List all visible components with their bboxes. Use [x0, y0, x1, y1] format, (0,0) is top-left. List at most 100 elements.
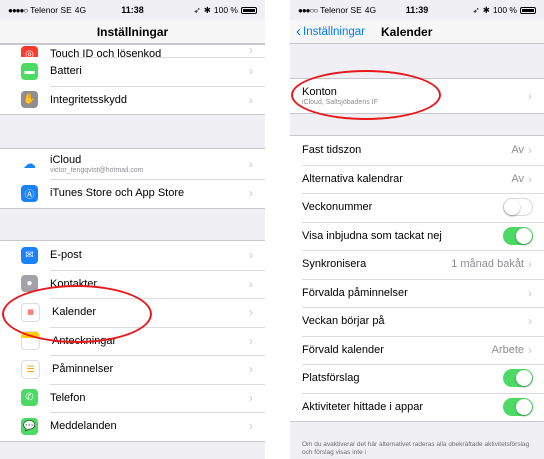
settings-item-label: E-post [50, 249, 82, 262]
status-bar: ●●●○○ Telenor SE 4G 11:39 ➶ ✱ 100 % [290, 0, 544, 20]
chevron-right-icon: › [528, 143, 532, 158]
page-title: Kalender [381, 24, 433, 39]
carrier-label: Telenor SE [320, 5, 362, 15]
network-label: 4G [74, 5, 87, 15]
bluetooth-icon: ✱ [203, 4, 211, 15]
signal-icon: ●●●●○ [8, 5, 28, 15]
carrier-label: Telenor SE [30, 5, 72, 15]
settings-item-privacy[interactable]: ✋ Integritetsskydd › [0, 85, 265, 115]
calendar-options-group: Fast tidszon Av › Alternativa kalendrar … [290, 135, 544, 422]
reminders-icon: ☰ [21, 359, 40, 379]
row-label: Veckonummer [302, 201, 373, 214]
sync-row[interactable]: Synkronisera 1 månad bakåt › [290, 250, 544, 279]
chevron-right-icon: › [249, 362, 253, 377]
settings-item-label: Integritetsskydd [50, 93, 128, 106]
chevron-right-icon: › [249, 92, 253, 107]
battery-icon [520, 6, 536, 14]
row-label: Visa inbjudna som tackat nej [302, 229, 442, 242]
appstore-icon: Ⓐ [21, 184, 38, 202]
calendar-settings-screen: ●●●○○ Telenor SE 4G 11:39 ➶ ✱ 100 % ‹ In… [290, 0, 544, 459]
chevron-right-icon: › [528, 171, 532, 186]
annotation-circle [2, 285, 152, 343]
settings-item-label: Telefon [50, 391, 86, 404]
chevron-right-icon: › [249, 333, 253, 348]
week-numbers-row: Veckonummer [290, 193, 544, 222]
touchid-icon: ◎ [21, 46, 38, 57]
account-email: victor_tengqvist@hotmail.com [50, 167, 144, 174]
chevron-right-icon: › [249, 248, 253, 263]
settings-item-label: Batteri [50, 65, 82, 78]
status-bar: ●●●●○ Telenor SE 4G 11:38 ➶ ✱ 100 % [0, 0, 265, 20]
back-button[interactable]: ‹ Inställningar [296, 24, 365, 39]
battery-icon [241, 6, 257, 14]
settings-group-accounts: ☁ iCloud victor_tengqvist@hotmail.com › … [0, 148, 265, 209]
settings-item-battery[interactable]: ▬ Batteri › [0, 57, 265, 86]
bluetooth-icon: ✱ [482, 4, 490, 15]
settings-item-label: iCloud [50, 154, 82, 166]
row-value: Arbete [491, 343, 524, 356]
settings-group-apps: ✉ E-post › ● Kontakter › ▦ Kalender › An… [0, 240, 265, 442]
chevron-left-icon: ‹ [296, 23, 301, 40]
alternate-calendars-row[interactable]: Alternativa kalendrar Av › [290, 164, 544, 194]
chevron-right-icon: › [249, 157, 253, 171]
settings-item-label: Meddelanden [50, 420, 117, 433]
settings-item-phone[interactable]: ✆ Telefon › [0, 383, 265, 413]
settings-item-mail[interactable]: ✉ E-post › [0, 241, 265, 270]
battery-percent: 100 % [213, 5, 238, 15]
settings-group-privacy: ◎ Touch ID och lösenkod › ▬ Batteri › ✋ … [0, 44, 265, 115]
hand-icon: ✋ [21, 91, 38, 109]
battery-icon: ▬ [21, 62, 38, 80]
row-label: Förvalda påminnelser [302, 286, 408, 299]
chevron-right-icon: › [249, 45, 253, 57]
page-title: Inställningar [96, 24, 169, 39]
chevron-right-icon: › [249, 186, 253, 201]
settings-screen: ●●●●○ Telenor SE 4G 11:38 ➶ ✱ 100 % Inst… [0, 0, 265, 459]
settings-item-label: Påminnelser [52, 363, 114, 376]
chevron-right-icon: › [249, 419, 253, 434]
row-label: Förvald kalender [302, 343, 384, 356]
settings-item-messages[interactable]: 💬 Meddelanden › [0, 412, 265, 441]
row-value: Av [511, 144, 524, 157]
chevron-right-icon: › [249, 64, 253, 79]
signal-icon: ●●●○○ [298, 5, 318, 15]
footer-note: Om du avaktiverar det här alternativet r… [302, 441, 530, 456]
settings-item-label: Touch ID och lösenkod [50, 48, 162, 57]
settings-item-label: iTunes Store och App Store [50, 187, 185, 200]
chevron-right-icon: › [528, 342, 532, 357]
mail-icon: ✉ [21, 246, 38, 264]
chevron-right-icon: › [249, 390, 253, 405]
settings-item-appstore[interactable]: Ⓐ iTunes Store och App Store › [0, 179, 265, 208]
row-label: Platsförslag [302, 372, 360, 385]
location-icon: ➶ [472, 4, 480, 15]
settings-item-touchid[interactable]: ◎ Touch ID och lösenkod › [0, 45, 265, 57]
chevron-right-icon: › [528, 257, 532, 272]
location-suggestions-toggle[interactable] [503, 369, 533, 388]
settings-item-reminders[interactable]: ☰ Påminnelser › [0, 355, 265, 384]
week-numbers-toggle[interactable] [503, 198, 533, 217]
row-label: Aktiviteter hittade i appar [302, 400, 424, 413]
chevron-right-icon: › [528, 285, 532, 300]
battery-percent: 100 % [492, 5, 517, 15]
fixed-timezone-row[interactable]: Fast tidszon Av › [290, 136, 544, 165]
row-label: Alternativa kalendrar [302, 172, 403, 185]
chevron-right-icon: › [528, 89, 532, 103]
phone-icon: ✆ [21, 389, 38, 407]
chevron-right-icon: › [249, 305, 253, 320]
default-calendar-row[interactable]: Förvald kalender Arbete › [290, 335, 544, 365]
events-found-toggle[interactable] [503, 397, 533, 416]
navigation-bar: ‹ Inställningar Kalender [290, 20, 544, 44]
chevron-right-icon: › [528, 314, 532, 329]
location-suggestions-row: Platsförslag [290, 364, 544, 393]
row-label: Synkronisera [302, 258, 367, 271]
events-found-row: Aktiviteter hittade i appar [290, 392, 544, 422]
row-label: Fast tidszon [302, 144, 362, 157]
show-declined-toggle[interactable] [503, 226, 533, 245]
annotation-circle [291, 70, 441, 120]
navigation-bar: Inställningar [0, 20, 265, 44]
network-label: 4G [364, 5, 377, 15]
show-declined-row: Visa inbjudna som tackat nej [290, 221, 544, 251]
row-label: Veckan börjar på [302, 315, 385, 328]
settings-item-icloud[interactable]: ☁ iCloud victor_tengqvist@hotmail.com › [0, 149, 265, 179]
start-week-row[interactable]: Veckan börjar på › [290, 307, 544, 336]
default-alerts-row[interactable]: Förvalda påminnelser › [290, 278, 544, 308]
